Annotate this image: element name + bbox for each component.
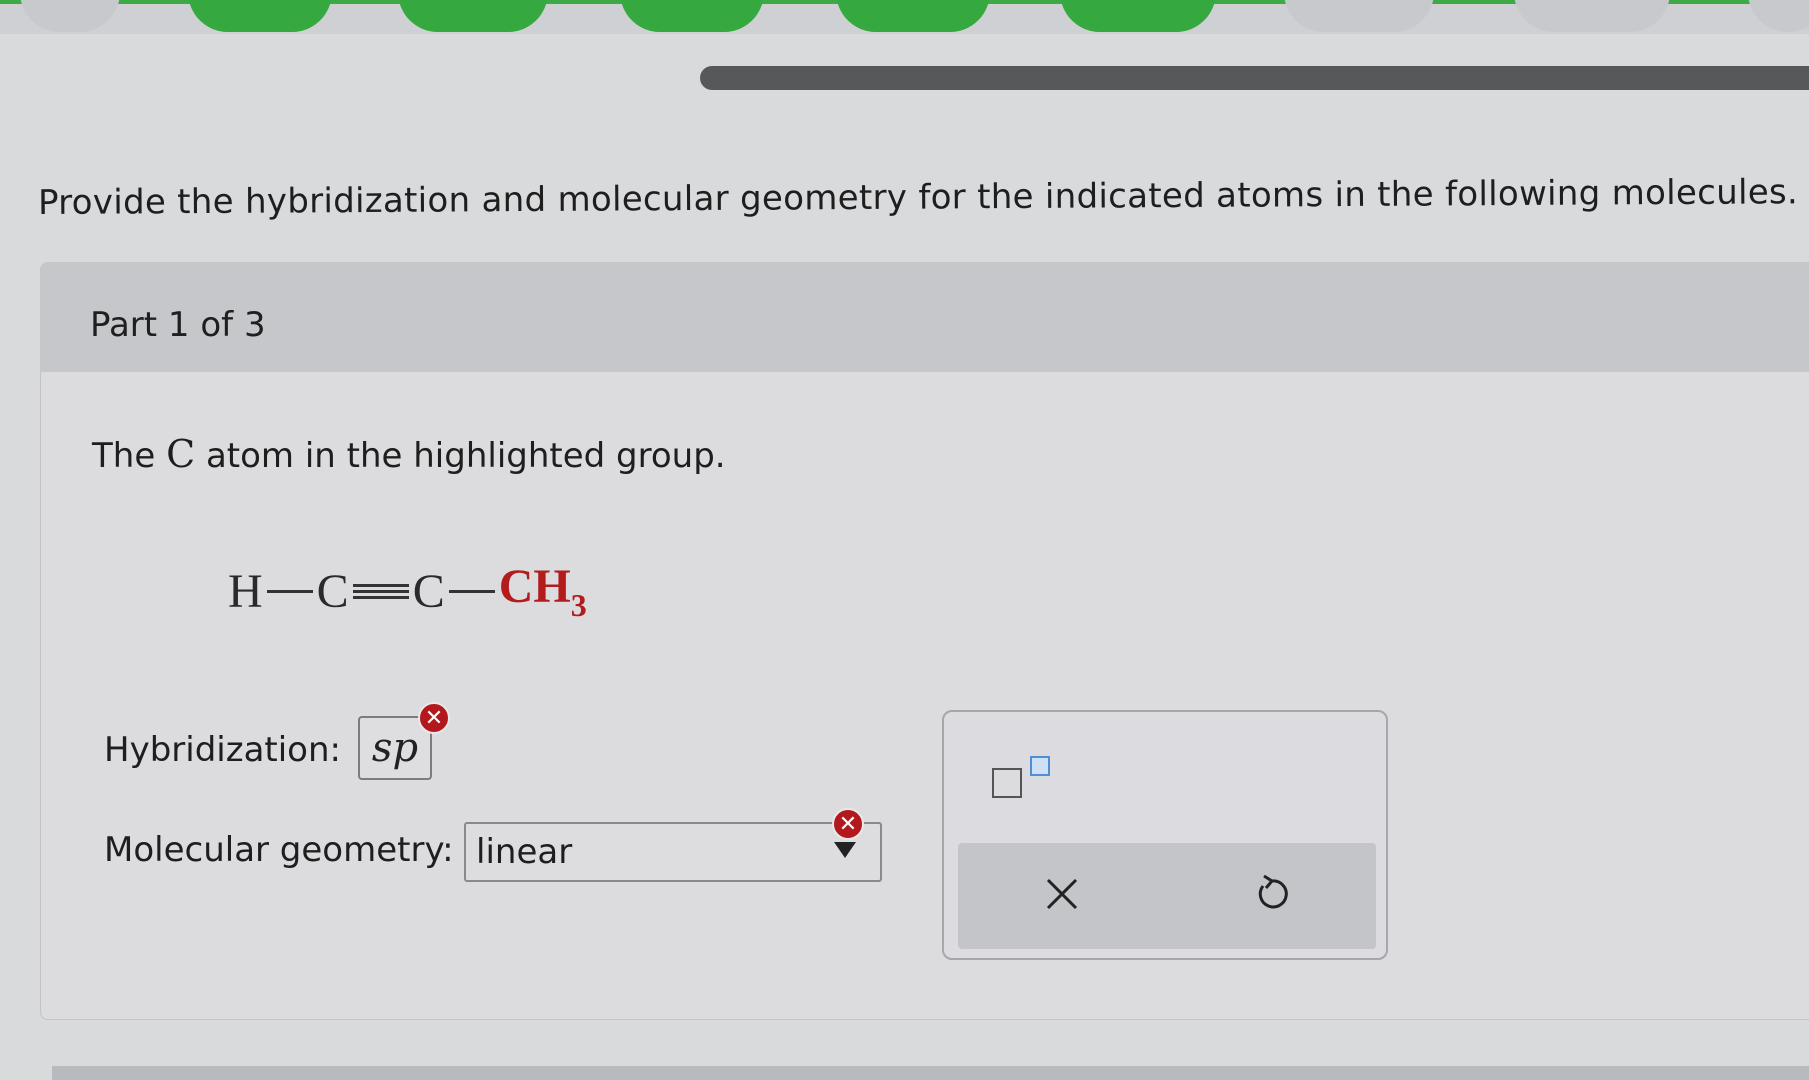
progress-step-5[interactable]	[836, 0, 990, 32]
x-icon[interactable]	[1040, 872, 1084, 916]
superscript-box-icon[interactable]	[992, 756, 1058, 802]
superscript-exponent-box	[1030, 756, 1050, 776]
progress-step-4[interactable]	[620, 0, 764, 32]
triple-bond	[352, 584, 409, 599]
undo-icon[interactable]	[1250, 872, 1294, 916]
progress-step-3[interactable]	[398, 0, 548, 32]
superscript-base-box	[992, 768, 1022, 798]
molecule-structure: H C C CH3	[228, 556, 587, 626]
geometry-select[interactable]: linear	[464, 822, 882, 882]
geometry-error-icon: ✕	[832, 808, 864, 840]
progress-step-2[interactable]	[188, 0, 332, 32]
part-title: Part 1 of 3	[90, 305, 266, 345]
atom-c1: C	[316, 564, 349, 618]
hybridization-label: Hybridization:	[104, 730, 341, 770]
prompt-after: atom in the highlighted group.	[205, 436, 726, 476]
single-bond	[448, 589, 495, 593]
atom-h: H	[228, 564, 263, 618]
question-divider-bar	[700, 66, 1809, 90]
highlighted-group: CH3	[499, 559, 587, 624]
progress-step-7[interactable]	[1284, 0, 1434, 32]
tool-action-bar	[958, 843, 1376, 949]
prompt-atom: C	[166, 432, 196, 476]
prompt-before: The	[92, 436, 156, 476]
question-text: Provide the hybridization and molecular …	[37, 172, 1799, 223]
part-prompt: The C atom in the highlighted group.	[92, 432, 726, 476]
hybridization-error-icon: ✕	[418, 702, 450, 734]
highlighted-group-subscript: 3	[570, 586, 587, 623]
single-bond	[266, 589, 313, 593]
dropdown-arrow-icon[interactable]	[834, 842, 856, 858]
part-card	[40, 262, 1809, 1020]
geometry-select-value: linear	[476, 832, 573, 872]
next-part-edge	[52, 1066, 1809, 1080]
progress-step-6[interactable]	[1060, 0, 1216, 32]
progress-step-8[interactable]	[1514, 0, 1670, 32]
atom-c2: C	[412, 564, 445, 618]
part-header	[40, 262, 1809, 372]
geometry-label: Molecular geometry:	[104, 830, 454, 870]
highlighted-group-text: CH	[498, 559, 571, 613]
